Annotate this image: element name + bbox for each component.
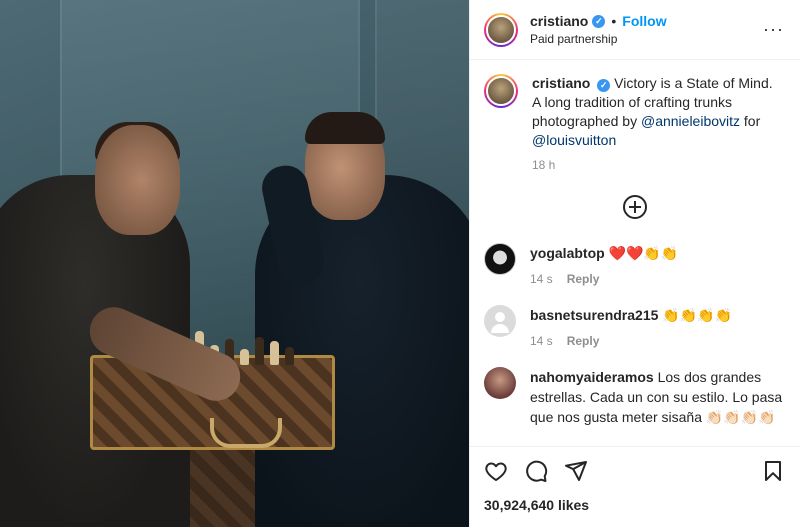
comment-username[interactable]: yogalabtop (530, 245, 605, 261)
paid-partnership-label[interactable]: Paid partnership (530, 32, 759, 46)
share-icon (565, 460, 587, 481)
plus-circle-icon[interactable] (623, 195, 647, 219)
save-button[interactable] (761, 459, 785, 483)
heart-icon (485, 462, 507, 481)
author-username[interactable]: cristiano (530, 13, 588, 29)
mention-annieleibovitz[interactable]: @annieleibovitz (641, 113, 740, 129)
like-button[interactable] (484, 459, 508, 483)
comment-avatar[interactable] (484, 305, 516, 337)
caption-text-2: for (740, 113, 761, 129)
trunk-handle (210, 418, 282, 448)
comment-icon (526, 460, 548, 482)
post-caption: cristiano ✓ Victory is a State of Mind. … (484, 74, 786, 175)
right-player-hair (305, 112, 385, 144)
post-photo[interactable] (0, 0, 469, 527)
follow-button[interactable]: Follow (622, 13, 666, 29)
reply-button[interactable]: Reply (567, 331, 600, 351)
mention-louisvuitton[interactable]: @louisvuitton (532, 132, 616, 148)
verified-badge-icon: ✓ (597, 79, 611, 92)
post-panel: cristiano ✓ • Follow Paid partnership ··… (469, 0, 800, 527)
separator-dot: • (611, 13, 617, 29)
bookmark-icon (765, 460, 781, 481)
caption-username[interactable]: cristiano (532, 75, 590, 91)
caption-timestamp[interactable]: 18 h (532, 156, 782, 175)
comments-section[interactable]: cristiano ✓ Victory is a State of Mind. … (470, 60, 800, 446)
comment-text: 👏👏👏👏 (662, 307, 733, 323)
reply-button[interactable]: Reply (567, 269, 600, 289)
comment-button[interactable] (524, 459, 548, 483)
load-more-comments[interactable] (484, 195, 786, 219)
share-button[interactable] (564, 459, 588, 483)
left-player-head (95, 125, 180, 235)
more-options-button[interactable]: ··· (759, 19, 788, 40)
comment-avatar[interactable] (484, 243, 516, 275)
author-avatar[interactable] (484, 12, 518, 47)
comment-avatar[interactable] (484, 367, 516, 399)
comment-timestamp[interactable]: 14 s (530, 331, 553, 351)
caption-avatar[interactable] (484, 74, 518, 108)
comment-item: yogalabtop ❤️❤️👏👏 14 s Reply (484, 243, 786, 289)
comment-text: ❤️❤️👏👏 (608, 245, 679, 261)
comment-username[interactable]: nahomyaideramos (530, 369, 654, 385)
comment-item: basnetsurendra215 👏👏👏👏 14 s Reply (484, 305, 786, 351)
comment-timestamp[interactable]: 14 s (530, 269, 553, 289)
action-bar (470, 446, 800, 494)
likes-count[interactable]: 30,924,640 likes (484, 497, 589, 513)
verified-badge-icon: ✓ (592, 14, 606, 28)
comment-item: nahomyaideramos Los dos grandes estrella… (484, 367, 786, 427)
comment-username[interactable]: basnetsurendra215 (530, 307, 658, 323)
post-header: cristiano ✓ • Follow Paid partnership ··… (470, 0, 800, 60)
